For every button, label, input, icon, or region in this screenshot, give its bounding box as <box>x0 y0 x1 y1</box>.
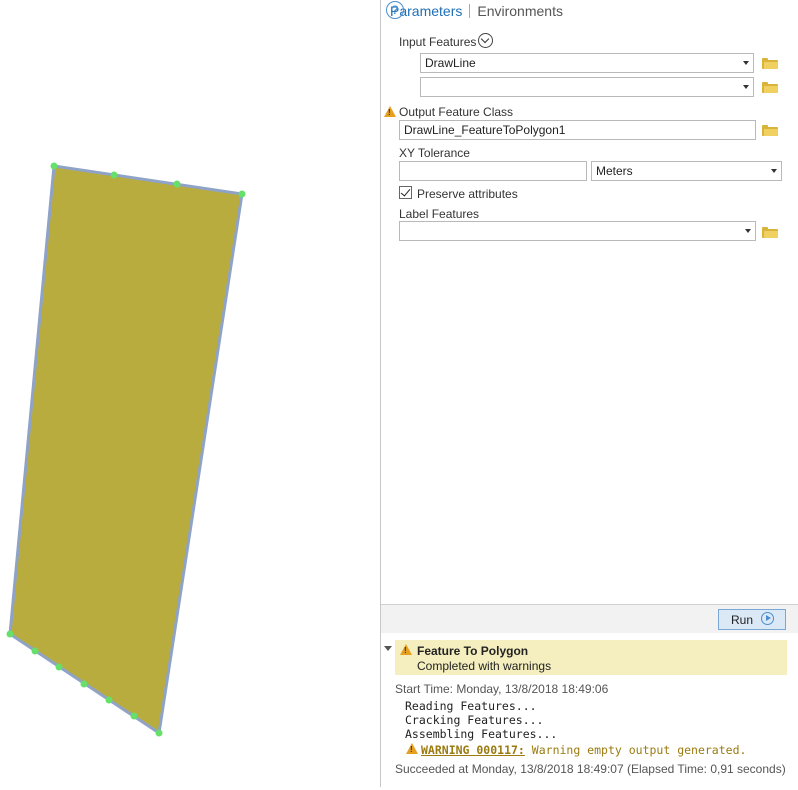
label-features-dropdown[interactable] <box>399 221 756 241</box>
tool-name: Feature To Polygon <box>417 644 529 658</box>
tool-status: Completed with warnings <box>417 659 552 673</box>
vertex-marker <box>80 680 88 688</box>
preserve-attributes-label: Preserve attributes <box>417 187 518 201</box>
xy-tolerance-unit: Meters <box>596 164 633 178</box>
folder-icon[interactable] <box>762 82 778 93</box>
folder-icon[interactable] <box>762 227 778 238</box>
warning-text: Warning empty output generated. <box>531 743 747 757</box>
warning-icon: ! <box>384 106 396 117</box>
tab-environments[interactable]: Environments <box>477 3 563 19</box>
help-icon[interactable]: ? <box>386 1 404 19</box>
polygon-feature[interactable] <box>8 164 244 736</box>
dropdown-arrow-icon <box>743 85 749 89</box>
run-button[interactable]: Run <box>718 609 786 630</box>
play-icon <box>761 612 774 625</box>
input-features-dropdown-1[interactable]: DrawLine <box>420 53 754 73</box>
output-feature-class-value: DrawLine_FeatureToPolygon1 <box>404 123 566 137</box>
vertex-marker <box>55 663 63 671</box>
input-features-label: Input Features <box>399 35 477 49</box>
vertex-marker <box>130 712 138 720</box>
warning-icon: ! <box>406 743 418 754</box>
output-feature-class-input[interactable]: DrawLine_FeatureToPolygon1 <box>399 120 756 140</box>
folder-icon[interactable] <box>762 58 778 69</box>
message-line: Cracking Features... <box>405 713 544 727</box>
warning-icon: ! <box>400 644 412 655</box>
vertex-marker <box>31 647 39 655</box>
xy-tolerance-label: XY Tolerance <box>399 146 470 160</box>
input-features-dropdown-2[interactable] <box>420 77 754 97</box>
output-feature-class-label: Output Feature Class <box>399 105 514 119</box>
message-line: Reading Features... <box>405 699 537 713</box>
message-line: Assembling Features... <box>405 727 558 741</box>
succeeded-message: Succeeded at Monday, 13/8/2018 18:49:07 … <box>395 762 786 776</box>
vertex-marker <box>110 171 118 179</box>
vertex-marker <box>105 696 113 704</box>
dropdown-arrow-icon <box>743 61 749 65</box>
xy-tolerance-input[interactable] <box>399 161 587 181</box>
map-canvas <box>6 162 246 737</box>
label-features-label: Label Features <box>399 207 480 221</box>
tab-separator <box>469 4 471 18</box>
input-features-value-1: DrawLine <box>425 56 476 70</box>
vertex-marker <box>50 162 58 170</box>
vertex-marker <box>238 190 246 198</box>
start-time: Start Time: Monday, 13/8/2018 18:49:06 <box>395 682 609 696</box>
dropdown-arrow-icon <box>745 229 751 233</box>
warning-code-link[interactable]: WARNING 000117: <box>421 743 525 757</box>
vertex-marker <box>173 180 181 188</box>
vertex-marker <box>155 729 163 737</box>
expand-chevron-icon[interactable] <box>478 33 493 48</box>
run-button-label: Run <box>731 613 754 627</box>
map-view[interactable] <box>0 0 380 787</box>
preserve-attributes-checkbox[interactable] <box>399 186 412 199</box>
vertex-marker <box>6 630 14 638</box>
collapse-icon[interactable] <box>384 646 392 651</box>
warning-line: WARNING 000117: Warning empty output gen… <box>421 743 746 757</box>
pane-tabs: Parameters Environments <box>390 2 563 20</box>
xy-tolerance-unit-dropdown[interactable]: Meters <box>591 161 782 181</box>
folder-icon[interactable] <box>762 125 778 136</box>
dropdown-arrow-icon <box>771 169 777 173</box>
